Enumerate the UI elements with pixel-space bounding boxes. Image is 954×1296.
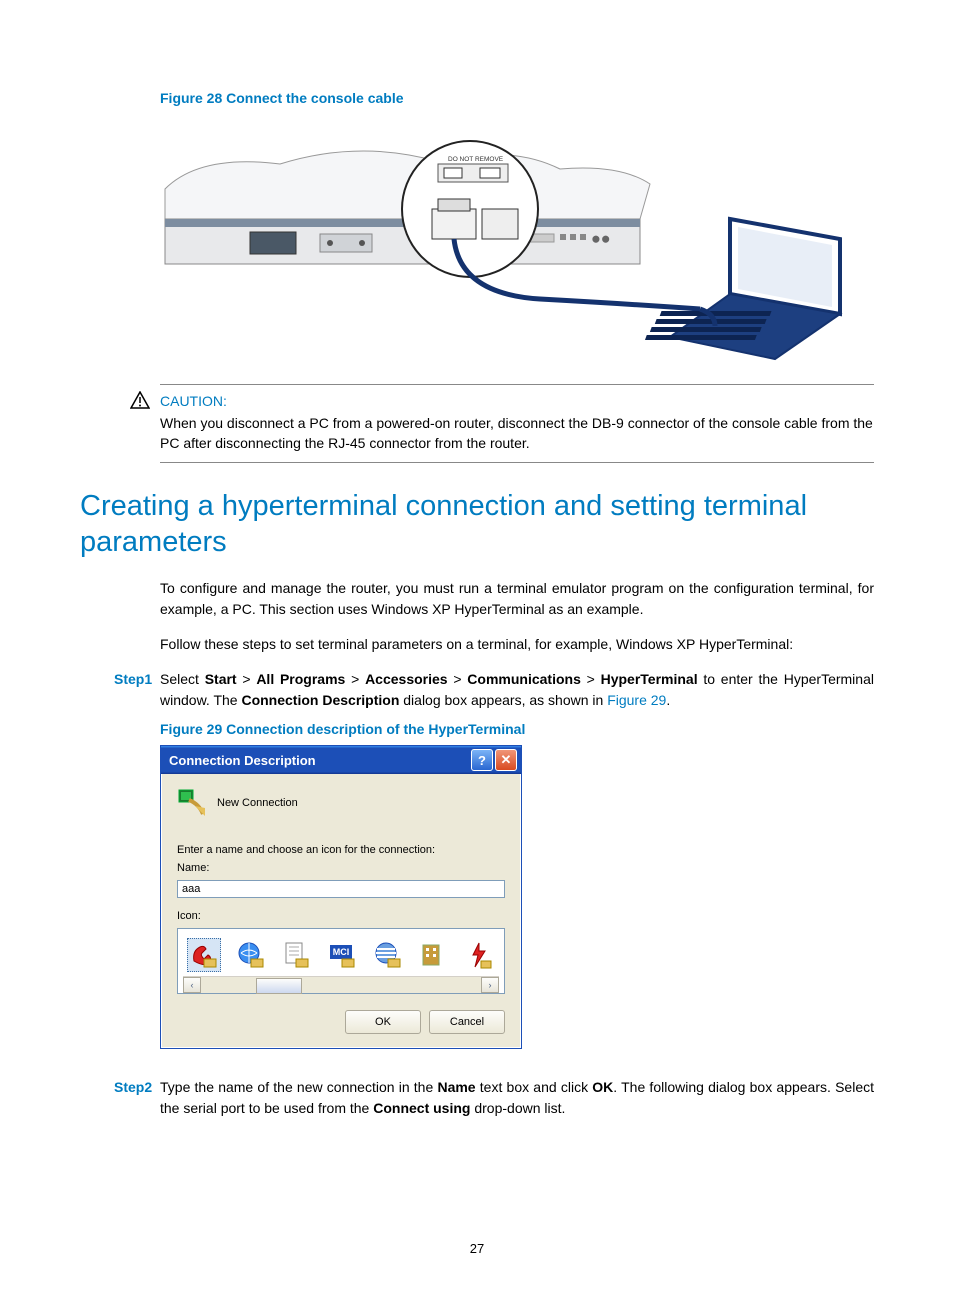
icon-scrollbar[interactable]: ‹ ›	[183, 976, 499, 993]
page-number: 27	[0, 1241, 954, 1256]
icon-option-document[interactable]	[280, 939, 312, 971]
figure-28-image: ⬤ ⬤ DO NOT REMOVE	[160, 114, 860, 364]
figure-28-caption: Figure 28 Connect the console cable	[160, 90, 874, 106]
icon-option-telephone[interactable]	[187, 938, 221, 972]
icon-option-building[interactable]	[418, 939, 450, 971]
caution-text: When you disconnect a PC from a powered-…	[160, 413, 874, 454]
section-title: Creating a hyperterminal connection and …	[80, 488, 874, 561]
ok-button[interactable]: OK	[345, 1010, 421, 1034]
new-connection-icon	[177, 788, 207, 818]
document-page: Figure 28 Connect the console cable	[0, 0, 954, 1296]
connection-description-dialog: Connection Description ? ✕ New Connectio…	[160, 745, 522, 1049]
paragraph-2: Follow these steps to set terminal param…	[160, 634, 874, 655]
figure-29-link[interactable]: Figure 29	[607, 692, 666, 708]
paragraph-1: To configure and manage the router, you …	[160, 578, 874, 620]
icon-label: Icon:	[177, 910, 505, 922]
icon-option-globe[interactable]	[235, 939, 267, 971]
dialog-close-button[interactable]: ✕	[495, 749, 517, 771]
cancel-button[interactable]: Cancel	[429, 1010, 505, 1034]
svg-text:⬤ ⬤: ⬤ ⬤	[592, 235, 610, 243]
icon-option-lightning[interactable]	[463, 939, 495, 971]
caution-icon	[130, 391, 150, 414]
name-input[interactable]	[177, 880, 505, 898]
step-2: Step2 Type the name of the new connectio…	[160, 1077, 874, 1119]
figure-29-caption: Figure 29 Connection description of the …	[160, 721, 874, 737]
scroll-thumb[interactable]	[256, 978, 302, 994]
step-2-label: Step2	[114, 1077, 152, 1098]
dialog-prompt: Enter a name and choose an icon for the …	[177, 844, 505, 856]
new-connection-label: New Connection	[217, 797, 298, 809]
dialog-titlebar: Connection Description ? ✕	[161, 746, 521, 774]
dialog-title: Connection Description	[169, 753, 469, 768]
scroll-right-button[interactable]: ›	[481, 977, 499, 993]
icon-option-att[interactable]	[372, 939, 404, 971]
icon-picker: MCI ‹	[177, 928, 505, 994]
caution-label: CAUTION:	[160, 393, 874, 409]
name-label: Name:	[177, 862, 505, 874]
dialog-help-button[interactable]: ?	[471, 749, 493, 771]
scroll-track[interactable]	[201, 978, 481, 992]
svg-text:DO NOT REMOVE: DO NOT REMOVE	[448, 156, 504, 163]
caution-block: CAUTION: When you disconnect a PC from a…	[160, 384, 874, 463]
icon-option-mci[interactable]: MCI	[326, 939, 358, 971]
scroll-left-button[interactable]: ‹	[183, 977, 201, 993]
step-1: Step1 Select Start > All Programs > Acce…	[160, 669, 874, 711]
step-1-label: Step1	[114, 669, 152, 690]
svg-text:MCI: MCI	[333, 947, 350, 957]
